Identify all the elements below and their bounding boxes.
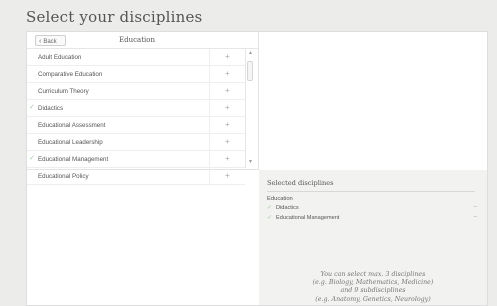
add-button[interactable]: +: [209, 66, 245, 82]
remove-icon[interactable]: –: [474, 204, 477, 210]
back-button[interactable]: ‹ Back: [35, 35, 66, 46]
note-line: (e.g. Biology, Mathematics, Medicine): [312, 279, 434, 287]
list-item-label: Educational Policy: [38, 173, 89, 180]
list-item-educational-management[interactable]: ✓ Educational Management +: [27, 151, 245, 168]
list-item-label: Educational Management: [38, 156, 109, 163]
note-line: You can select max. 3 disciplines: [320, 271, 426, 278]
selected-item-label: Didactics: [276, 205, 299, 211]
list-item-comparative-education[interactable]: Comparative Education +: [27, 66, 245, 83]
plus-icon: +: [225, 171, 230, 180]
list-item-educational-assessment[interactable]: Educational Assessment +: [27, 117, 245, 134]
plus-icon: +: [225, 120, 230, 129]
add-button[interactable]: +: [209, 168, 245, 184]
add-button[interactable]: +: [209, 100, 245, 116]
remove-icon[interactable]: –: [474, 214, 477, 220]
scroll-up-icon[interactable]: ▲: [248, 50, 253, 56]
plus-icon: +: [225, 137, 230, 146]
selected-disciplines-panel: Selected disciplines Education ✓ Didacti…: [259, 170, 487, 305]
list-item-label: Educational Assessment: [38, 122, 106, 129]
plus-icon: +: [225, 69, 230, 78]
plus-icon: +: [225, 154, 230, 163]
selection-limit-note: You can select max. 3 disciplines (e.g. …: [259, 271, 487, 304]
list-item-adult-education[interactable]: Adult Education +: [27, 49, 245, 66]
selected-disciplines-title: Selected disciplines: [267, 179, 334, 187]
chevron-left-icon: ‹: [39, 38, 42, 45]
selected-item-didactics: ✓ Didactics –: [267, 204, 477, 213]
add-button[interactable]: +: [209, 151, 245, 167]
plus-icon: +: [225, 86, 230, 95]
add-button[interactable]: +: [209, 83, 245, 99]
back-button-label: Back: [43, 39, 57, 45]
plus-icon: +: [225, 52, 230, 61]
list-item-label: Educational Leadership: [38, 139, 103, 146]
add-button[interactable]: +: [209, 117, 245, 133]
check-icon: ✓: [29, 104, 35, 111]
plus-icon: +: [225, 103, 230, 112]
selected-item-educational-management: ✓ Educational Management –: [267, 214, 477, 223]
scroll-thumb[interactable]: [247, 61, 253, 81]
discipline-browser: ‹ Back Education Adult Education + Compar…: [27, 32, 259, 185]
page-title: Select your disciplines: [26, 8, 203, 26]
list-item-didactics[interactable]: ✓ Didactics +: [27, 100, 245, 117]
add-button[interactable]: +: [209, 134, 245, 150]
scroll-down-icon[interactable]: ▼: [248, 159, 253, 165]
discipline-list: Adult Education + Comparative Education …: [27, 49, 245, 185]
browser-header: ‹ Back Education: [27, 32, 258, 49]
list-item-curriculum-theory[interactable]: Curriculum Theory +: [27, 83, 245, 100]
add-button[interactable]: +: [209, 49, 245, 65]
check-icon: ✓: [29, 155, 35, 162]
list-item-label: Curriculum Theory: [38, 88, 89, 95]
note-line: (e.g. Anatomy, Genetics, Neurology): [315, 295, 431, 303]
list-scrollbar[interactable]: ▲ ▼: [245, 49, 254, 168]
list-item-educational-leadership[interactable]: Educational Leadership +: [27, 134, 245, 151]
check-icon: ✓: [267, 215, 273, 221]
list-item-label: Adult Education: [38, 54, 82, 61]
discipline-selector-card: ‹ Back Education Adult Education + Compar…: [26, 31, 488, 306]
selected-item-label: Educational Management: [276, 215, 340, 221]
check-icon: ✓: [267, 205, 273, 211]
current-category-title: Education: [119, 36, 155, 44]
divider: [267, 191, 475, 192]
list-item-label: Didactics: [38, 105, 64, 112]
list-item-educational-policy[interactable]: Educational Policy +: [27, 168, 245, 185]
selected-group-name: Education: [267, 196, 293, 202]
note-line: and 9 subdisciplines: [340, 287, 406, 295]
list-item-label: Comparative Education: [38, 71, 103, 78]
